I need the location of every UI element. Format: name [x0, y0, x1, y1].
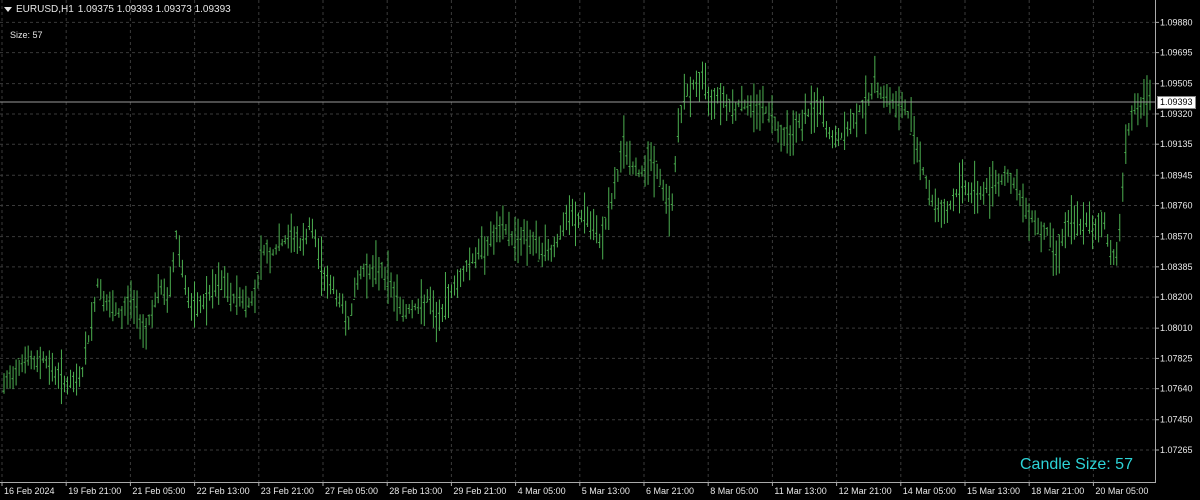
x-tick-label: 19 Feb 21:00 [68, 486, 121, 496]
symbol-label: EURUSD,H1 [16, 4, 74, 15]
x-tick-label: 28 Feb 13:00 [389, 486, 442, 496]
chart-background [0, 0, 1200, 500]
y-tick-label: 1.09135 [1160, 139, 1193, 149]
y-tick-label: 1.08570 [1160, 232, 1193, 242]
y-tick-label: 1.09320 [1160, 109, 1193, 119]
y-tick-label: 1.08385 [1160, 262, 1193, 272]
y-axis[interactable]: 1.09880 1.09695 1.09505 1.09320 1.09135 1.089… [1155, 17, 1193, 455]
x-tick-label: 6 Mar 21:00 [646, 486, 694, 496]
x-tick-label: 4 Mar 05:00 [518, 486, 566, 496]
y-tick-label: 1.07450 [1160, 415, 1193, 425]
x-tick-label: 12 Mar 21:00 [839, 486, 892, 496]
x-tick-label: 16 Feb 2024 [4, 486, 55, 496]
candle-size-label: Candle Size: 57 [1020, 456, 1133, 473]
y-tick-label: 1.07265 [1160, 445, 1193, 455]
x-tick-label: 15 Mar 13:00 [967, 486, 1020, 496]
size-indicator: Size: 57 [10, 30, 43, 40]
x-tick-label: 11 Mar 13:00 [774, 486, 826, 496]
y-tick-label: 1.08760 [1160, 201, 1193, 211]
y-tick-label: 1.08200 [1160, 292, 1193, 302]
x-tick-label: 22 Feb 13:00 [197, 486, 250, 496]
x-tick-label: 29 Feb 21:00 [453, 486, 506, 496]
price-chart[interactable]: 1.09880 1.09695 1.09505 1.09320 1.09135 1.089… [0, 0, 1200, 500]
x-tick-label: 5 Mar 13:00 [582, 486, 630, 496]
x-tick-label: 18 Mar 21:00 [1031, 486, 1084, 496]
x-tick-label: 23 Feb 21:00 [261, 486, 314, 496]
dropdown-triangle-icon[interactable] [4, 7, 12, 12]
x-tick-label: 21 Feb 05:00 [132, 486, 185, 496]
ohlc-values: 1.09375 1.09393 1.09373 1.09393 [77, 4, 231, 15]
x-tick-label: 20 Mar 05:00 [1095, 486, 1148, 496]
y-tick-label: 1.09695 [1160, 48, 1193, 58]
y-tick-label: 1.07640 [1160, 384, 1193, 394]
y-tick-label: 1.09505 [1160, 79, 1193, 89]
y-tick-label: 1.07825 [1160, 353, 1193, 363]
x-tick-label: 27 Feb 05:00 [325, 486, 378, 496]
y-tick-label: 1.08010 [1160, 323, 1193, 333]
current-price-tag: 1.09393 [1157, 96, 1196, 109]
x-tick-label: 14 Mar 05:00 [903, 486, 956, 496]
x-tick-label: 8 Mar 05:00 [710, 486, 758, 496]
y-tick-label: 1.08945 [1160, 170, 1193, 180]
chart-header: EURUSD,H1 1.09375 1.09393 1.09373 1.0939… [4, 4, 231, 15]
y-tick-label: 1.09880 [1160, 17, 1193, 27]
